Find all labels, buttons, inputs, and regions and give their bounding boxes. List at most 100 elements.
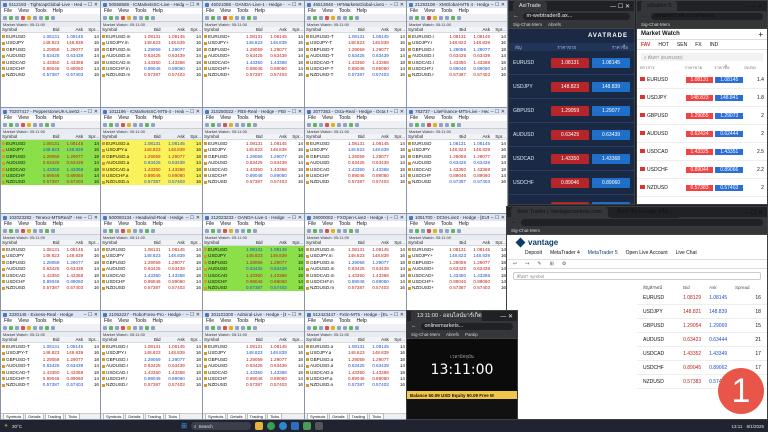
quote-row[interactable]: NZDUSD 0.57387 0.57403 16 bbox=[101, 285, 202, 291]
quote-row[interactable]: USDCAD.a 1.43350 1.43368 18 bbox=[101, 165, 202, 173]
bottom-tab[interactable]: Details bbox=[25, 413, 44, 419]
menu-item[interactable]: File bbox=[206, 318, 214, 324]
column-header[interactable]: Spr... bbox=[288, 27, 304, 32]
column-header[interactable]: Bid bbox=[443, 240, 467, 245]
window-controls[interactable]: – ☐ ✕ bbox=[491, 109, 505, 115]
menu-item[interactable]: File bbox=[308, 221, 316, 227]
quote-row[interactable]: EURUSD.a 1.08131 1.08145 14 bbox=[101, 140, 202, 147]
window-controls[interactable]: – ☐ ✕ bbox=[390, 2, 404, 8]
window-controls[interactable]: – ☐ ✕ bbox=[491, 215, 505, 221]
toolbar-button-icon[interactable] bbox=[103, 325, 107, 330]
toolbar-button-icon[interactable] bbox=[121, 228, 125, 233]
menu-item[interactable]: Help bbox=[459, 221, 469, 227]
toolbar-button-icon[interactable] bbox=[3, 325, 7, 330]
column-header[interactable]: Symbol bbox=[101, 337, 137, 342]
xs-quote-row[interactable]: AUDUSD 0.62424 0.62444 2 bbox=[637, 125, 767, 143]
toolbar-button-icon[interactable] bbox=[229, 325, 233, 330]
quote-row[interactable]: AUDUSD 0.63425 0.63439 14 bbox=[1, 53, 100, 59]
toolbar-button-icon[interactable] bbox=[457, 228, 461, 233]
quote-row[interactable]: USDCAD+ 1.43350 1.43368 18 bbox=[407, 272, 507, 278]
toolbar-button-icon[interactable] bbox=[9, 122, 13, 127]
window-titlebar[interactable]: 5112193 - TightcapGlobal-Live - Hedge - … bbox=[1, 1, 100, 8]
toolbar-button-icon[interactable] bbox=[103, 15, 107, 20]
vt-quote-row[interactable]: GBPUSD 1.29054 1.29069 15 bbox=[637, 319, 767, 333]
toolbar-button-icon[interactable] bbox=[145, 228, 149, 233]
column-header[interactable]: Symbol bbox=[305, 134, 341, 139]
toolbar-button-icon[interactable] bbox=[51, 228, 55, 233]
nav-link[interactable]: Live Chat bbox=[676, 250, 697, 256]
toolbar-button-icon[interactable] bbox=[127, 15, 131, 20]
quote-row[interactable]: USDCAD.r 1.43350 1.43368 18 bbox=[101, 369, 202, 375]
toolbar-button-icon[interactable] bbox=[325, 228, 329, 233]
menu-item[interactable]: Tools bbox=[339, 115, 351, 121]
column-header[interactable]: Ask bbox=[162, 240, 186, 245]
tab-sen[interactable]: SEN bbox=[677, 42, 687, 48]
bottom-tab[interactable]: Trading bbox=[144, 413, 164, 419]
toolbar-button-icon[interactable] bbox=[109, 228, 113, 233]
toolbar-button-icon[interactable] bbox=[433, 228, 437, 233]
toolbar-button-icon[interactable] bbox=[427, 122, 431, 127]
column-header[interactable]: Spr... bbox=[288, 134, 304, 139]
menu-item[interactable]: View bbox=[118, 318, 129, 324]
column-header[interactable]: Spr... bbox=[288, 337, 304, 342]
window-controls[interactable]: — ☐ ✕ bbox=[743, 209, 763, 216]
quote-row[interactable]: USDCAD.m 1.43350 1.43368 18 bbox=[101, 59, 202, 65]
window-controls[interactable]: – ☐ ✕ bbox=[288, 109, 302, 115]
back-icon[interactable]: ← bbox=[411, 323, 417, 329]
toolbar-button-icon[interactable] bbox=[133, 15, 137, 20]
bottom-tab[interactable]: Trading bbox=[246, 413, 266, 419]
quote-row[interactable]: USDCAD 1.43350 1.43368 18 bbox=[101, 272, 202, 278]
column-header[interactable]: Ask bbox=[60, 337, 84, 342]
window-titlebar[interactable]: 70207417 - PepperstoneUK-Live02 - Hedge … bbox=[1, 108, 100, 115]
toolbar-button-icon[interactable] bbox=[115, 15, 119, 20]
menu-item[interactable]: View bbox=[18, 318, 29, 324]
toolbar-button-icon[interactable] bbox=[235, 325, 239, 330]
column-header[interactable]: Bid bbox=[341, 27, 365, 32]
toolbar-button-icon[interactable] bbox=[27, 325, 31, 330]
column-header[interactable]: Bid bbox=[239, 27, 263, 32]
toolbar-button-icon[interactable] bbox=[121, 15, 125, 20]
menu-item[interactable]: View bbox=[322, 115, 333, 121]
quote-row[interactable]: NZDUSD 0.57387 0.57403 16 bbox=[203, 179, 304, 185]
column-header[interactable]: สัญลักษณ์ bbox=[643, 284, 683, 291]
column-header[interactable]: Symbol bbox=[305, 240, 341, 245]
menu-item[interactable]: View bbox=[424, 221, 435, 227]
menu-item[interactable]: Tools bbox=[135, 221, 147, 227]
quote-row[interactable]: USDCAD.a 1.43350 1.43368 18 bbox=[305, 369, 406, 375]
toolbar-button-icon[interactable] bbox=[247, 15, 251, 20]
quote-row[interactable]: NZDUSD 0.57387 0.57403 16 bbox=[203, 284, 304, 292]
quote-row[interactable]: USDCHF-T 0.89046 0.89060 14 bbox=[1, 375, 100, 381]
search-input[interactable]: ค้นหา (EURUSD) bbox=[648, 54, 683, 61]
menu-item[interactable]: Tools bbox=[135, 318, 147, 324]
url-field[interactable] bbox=[520, 218, 763, 226]
chart-tool-icon[interactable]: ↪ bbox=[525, 261, 529, 267]
xs-quote-row[interactable]: USDCHF 0.89044 0.89066 2.2 bbox=[637, 161, 767, 179]
quote-row[interactable]: EURUSD 1.08131 1.08145 14 bbox=[1, 33, 100, 39]
column-header[interactable]: Spr... bbox=[84, 337, 100, 342]
toolbar-button-icon[interactable] bbox=[205, 228, 209, 233]
window-controls[interactable]: – ☐ ✕ bbox=[84, 312, 98, 318]
chart-tool-icon[interactable]: ↩ bbox=[513, 261, 517, 267]
toolbar-button-icon[interactable] bbox=[241, 228, 245, 233]
axi-quote-row[interactable]: EURUSD 1.08131 1.08145 bbox=[509, 51, 634, 75]
column-header[interactable]: Bid bbox=[341, 134, 365, 139]
menu-item[interactable]: Help bbox=[153, 115, 163, 121]
toolbar-button-icon[interactable] bbox=[445, 122, 449, 127]
quote-row[interactable]: USDJPY+ 148.823 148.839 16 bbox=[203, 40, 304, 46]
column-header[interactable]: Symbol bbox=[305, 337, 341, 342]
quote-row[interactable]: USDJPY 148.823 148.839 16 bbox=[203, 350, 304, 356]
menu-item[interactable]: File bbox=[104, 221, 112, 227]
menu-item[interactable]: Tools bbox=[441, 8, 453, 14]
column-header[interactable]: Spr... bbox=[390, 337, 406, 342]
window-titlebar[interactable]: 102023282 - Tenexo-MT5Real7 - Hedge - [E… bbox=[1, 214, 100, 221]
quote-row[interactable]: GBPUSD 1.29059 1.29077 18 bbox=[101, 259, 202, 265]
quote-row[interactable]: USDCHF+ 0.89046 0.89060 14 bbox=[203, 65, 304, 71]
taskbar-search[interactable]: ⌕ Search bbox=[190, 422, 251, 430]
column-header[interactable]: Symbol bbox=[1, 27, 37, 32]
toolbar-button-icon[interactable] bbox=[33, 122, 37, 127]
toolbar-button-icon[interactable] bbox=[205, 15, 209, 20]
menu-item[interactable]: Help bbox=[53, 221, 63, 227]
toolbar-button-icon[interactable] bbox=[217, 325, 221, 330]
menu-item[interactable]: Help bbox=[459, 8, 469, 14]
toolbar-button-icon[interactable] bbox=[223, 15, 227, 20]
